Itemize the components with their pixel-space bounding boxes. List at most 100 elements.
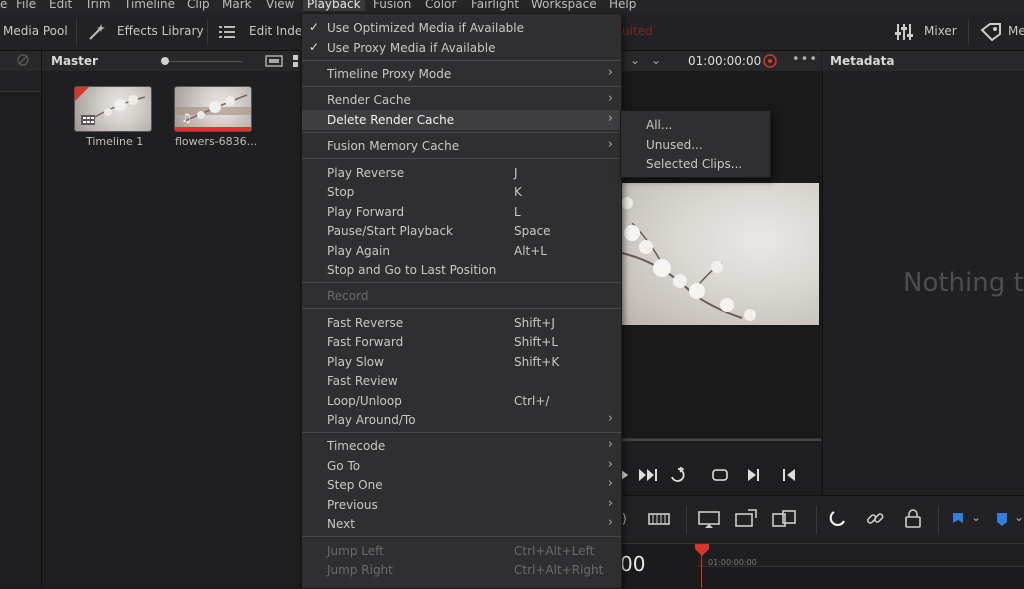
menu-previous[interactable]: Previous › <box>302 495 621 515</box>
trim-bracket-icon[interactable]: ⟩ <box>622 512 627 527</box>
list-view-icon[interactable] <box>293 55 299 70</box>
insert-clip-icon[interactable] <box>696 510 722 533</box>
menu-play-forward[interactable]: Play Forward L <box>302 202 621 222</box>
menu-loop-unloop[interactable]: Loop/Unloop Ctrl+/ <box>302 391 621 411</box>
flag-icon[interactable] <box>952 513 964 530</box>
clip-thumbnail-timeline[interactable] <box>74 86 152 132</box>
snapping-magnet-icon[interactable] <box>828 509 848 532</box>
menu-color[interactable]: Color <box>425 0 456 11</box>
timeline-ruler[interactable]: 01:00:00:00 <box>698 544 1024 567</box>
menu-file[interactable]: File <box>16 0 36 11</box>
playback-menu: ✓ Use Optimized Media if Available ✓ Use P… <box>301 13 622 589</box>
overwrite-clip-icon[interactable] <box>734 508 758 533</box>
zoom-dropdown-chevron-icon[interactable]: ⌄ <box>630 53 640 67</box>
menu-fusion-memory-cache[interactable]: Fusion Memory Cache › <box>302 136 621 156</box>
toolbar-divider <box>938 506 939 534</box>
menu-render-cache[interactable]: Render Cache › <box>302 90 621 110</box>
viewer-timecode: 01:00:00:00 <box>688 54 762 68</box>
next-frame-icon[interactable] <box>748 469 760 484</box>
chevron-right-icon: › <box>607 457 613 472</box>
menu-use-optimized-media[interactable]: ✓ Use Optimized Media if Available <box>302 18 621 38</box>
mixer-button[interactable]: Mixer <box>924 24 957 38</box>
menu-playback[interactable]: Playback <box>303 0 365 11</box>
menu-go-to[interactable]: Go To › <box>302 456 621 476</box>
toolbar-divider <box>968 19 969 45</box>
viewer-frame <box>622 183 819 325</box>
timeline-panel: 00 01:00:00:00 <box>620 543 1024 588</box>
menu-workspace[interactable]: Workspace <box>531 0 597 11</box>
menu-next[interactable]: Next › <box>302 514 621 534</box>
menu-fast-reverse[interactable]: Fast Reverse Shift+J <box>302 313 621 333</box>
mixer-icon <box>894 22 914 45</box>
sync-icon[interactable] <box>761 52 779 73</box>
submenu-unused[interactable]: Unused... <box>621 135 770 155</box>
menu-play-slow[interactable]: Play Slow Shift+K <box>302 352 621 372</box>
zoom-slider-handle[interactable] <box>161 57 169 65</box>
menu-step-one[interactable]: Step One › <box>302 475 621 495</box>
menu-fusion[interactable]: Fusion <box>373 0 411 11</box>
marker-dropdown-chevron-icon[interactable]: ⌄ <box>1014 510 1024 524</box>
menu-timeline-proxy-mode[interactable]: Timeline Proxy Mode › <box>302 64 621 84</box>
menu-separator <box>302 132 621 133</box>
menu-clip[interactable]: Clip <box>187 0 210 11</box>
menu-timecode[interactable]: Timecode › <box>302 436 621 456</box>
menu-separator <box>302 60 621 61</box>
chevron-down-icon[interactable]: ⌄ <box>651 53 661 67</box>
loop-icon[interactable] <box>668 466 688 486</box>
link-icon[interactable] <box>865 509 885 532</box>
menu-pause-start-playback[interactable]: Pause/Start Playback Space <box>302 221 621 241</box>
scrub-bar[interactable] <box>620 439 821 441</box>
menu-edit[interactable]: Edit <box>49 0 72 11</box>
menu-item-partial[interactable]: e <box>0 0 7 11</box>
menu-use-proxy-media[interactable]: ✓ Use Proxy Media if Available <box>302 38 621 58</box>
bin-row[interactable] <box>0 71 41 92</box>
repeat-icon[interactable] <box>711 468 729 485</box>
thumbnail-view-icon[interactable] <box>265 55 283 70</box>
menu-play-again[interactable]: Play Again Alt+L <box>302 241 621 261</box>
menu-delete-render-cache[interactable]: Delete Render Cache › <box>302 110 621 130</box>
toolbar-divider <box>76 19 77 45</box>
playhead-icon[interactable] <box>695 544 709 559</box>
position-lock-icon[interactable] <box>904 509 922 532</box>
menu-stop[interactable]: Stop K <box>302 182 621 202</box>
menu-fairlight[interactable]: Fairlight <box>471 0 519 11</box>
menu-mark[interactable]: Mark <box>222 0 252 11</box>
metadata-header: Metadata <box>822 51 1024 71</box>
menu-fast-forward[interactable]: Fast Forward Shift+L <box>302 332 621 352</box>
zoom-slider-track[interactable] <box>162 61 242 62</box>
menu-stop-and-go-to-last-position[interactable]: Stop and Go to Last Position <box>302 260 621 280</box>
menu-view[interactable]: View <box>266 0 294 11</box>
chevron-right-icon: › <box>607 496 613 511</box>
effects-library-button[interactable]: Effects Library <box>117 24 204 38</box>
menu-help[interactable]: Help <box>609 0 636 11</box>
menu-jump-left: Jump Left Ctrl+Alt+Left <box>327 544 595 558</box>
fast-forward-end-icon[interactable] <box>639 469 659 484</box>
more-options-icon[interactable]: ••• <box>792 52 818 67</box>
marker-icon[interactable] <box>996 513 1008 530</box>
toolbar-divider <box>207 19 208 45</box>
menu-separator <box>302 282 621 283</box>
toolbar-divider <box>816 506 817 534</box>
media-pool-button[interactable]: Media Pool <box>3 24 68 38</box>
blade-tool-icon[interactable] <box>648 512 670 529</box>
chevron-right-icon: › <box>607 411 613 426</box>
previous-frame-icon[interactable] <box>783 469 795 484</box>
menu-trim[interactable]: Trim <box>85 0 111 11</box>
menu-timeline[interactable]: Timeline <box>124 0 175 11</box>
metadata-button[interactable]: Me <box>1008 24 1024 38</box>
flag-dropdown-chevron-icon[interactable]: ⌄ <box>971 510 981 524</box>
chevron-right-icon: › <box>607 137 613 152</box>
submenu-all[interactable]: All... <box>621 115 770 135</box>
menu-separator <box>302 308 621 309</box>
menu-play-reverse[interactable]: Play Reverse J <box>302 163 621 183</box>
replace-clip-icon[interactable] <box>771 508 797 533</box>
metadata-empty-text: Nothing t <box>903 268 1024 298</box>
menu-play-around-to[interactable]: Play Around/To › <box>302 410 621 430</box>
submenu-selected-clips[interactable]: Selected Clips... <box>621 154 770 174</box>
menu-bar: e File Edit Trim Timeline Clip Mark View… <box>0 0 1024 13</box>
chevron-right-icon: › <box>607 91 613 106</box>
clip-thumbnail-flowers[interactable]: ♫ <box>174 86 252 132</box>
menu-separator <box>302 86 621 87</box>
menu-fast-review[interactable]: Fast Review <box>302 371 621 391</box>
transport-bar <box>620 438 821 496</box>
